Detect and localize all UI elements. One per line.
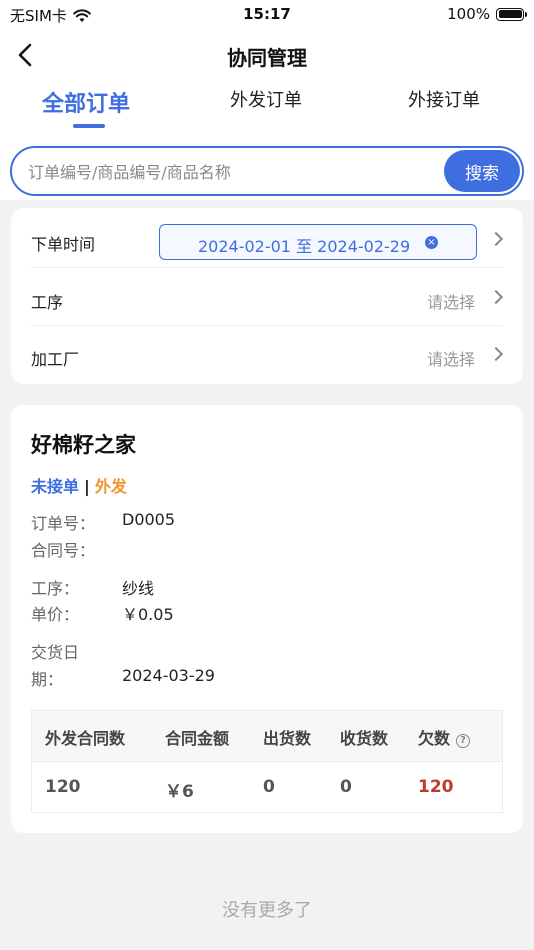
filter-card: 下单时间 2024-02-01 至 2024-02-29 × 工序 请选择 加工… xyxy=(11,208,523,384)
unit-price-label: 单价： xyxy=(31,605,80,624)
stats-value: 120 xyxy=(45,777,81,797)
filter-order-time-label: 下单时间 xyxy=(31,235,96,254)
date-range-picker[interactable]: 2024-02-01 至 2024-02-29 × xyxy=(159,224,477,260)
stats-value: 0 xyxy=(340,777,352,797)
filter-factory[interactable]: 加工厂 请选择 xyxy=(31,327,504,383)
stats-header: 外发合同数 xyxy=(45,729,126,748)
chevron-right-icon xyxy=(488,346,504,362)
active-tab-indicator xyxy=(73,124,105,128)
tab-outsourced-orders[interactable]: 外发订单 xyxy=(230,86,302,112)
date-range-text: 2024-02-01 至 2024-02-29 xyxy=(198,237,411,256)
search-button[interactable]: 搜索 xyxy=(444,150,520,192)
page-title: 协同管理 xyxy=(227,46,307,70)
chevron-right-icon xyxy=(488,289,504,305)
search-box: 搜索 xyxy=(10,146,524,196)
stats-header: 合同金额 xyxy=(165,729,230,748)
search-area: 搜索 xyxy=(0,138,534,200)
filter-factory-value: 请选择 xyxy=(426,350,475,369)
delivery-date-value: 2024-03-29 xyxy=(122,666,215,685)
no-more-text: 没有更多了 xyxy=(222,900,312,921)
order-no-value: D0005 xyxy=(122,510,176,529)
clear-icon[interactable]: × xyxy=(425,236,438,249)
order-stats-table: 外发合同数 合同金额 出货数 收货数 欠数? 120 ￥6 0 0 120 xyxy=(31,710,503,813)
battery-icon xyxy=(496,7,527,21)
tab-received-orders[interactable]: 外接订单 xyxy=(408,86,480,112)
chevron-right-icon xyxy=(488,231,504,247)
filter-order-time[interactable]: 下单时间 2024-02-01 至 2024-02-29 × xyxy=(31,212,504,268)
help-icon[interactable]: ? xyxy=(456,734,471,748)
filter-process[interactable]: 工序 请选择 xyxy=(31,270,504,326)
order-no-label: 订单号： xyxy=(31,514,96,533)
delivery-date-label-line1: 交货日 xyxy=(31,643,80,662)
tab-bar: 全部订单 外发订单 外接订单 xyxy=(0,82,534,138)
filter-process-value: 请选择 xyxy=(426,293,475,312)
stats-header-debt: 欠数? xyxy=(418,725,471,749)
stats-value: 0 xyxy=(263,777,275,797)
nav-bar: 协同管理 xyxy=(0,30,534,82)
search-input[interactable] xyxy=(28,159,428,185)
stats-header: 欠数 xyxy=(418,729,451,748)
stats-header: 出货数 xyxy=(263,729,312,748)
order-status: 未接单 xyxy=(31,477,80,496)
stats-value: ￥6 xyxy=(165,782,194,802)
order-card[interactable]: 好棉籽之家 未接单 | 外发 订单号： D0005 合同号： 工序： 纱线 单价： … xyxy=(11,405,523,833)
order-status-line: 未接单 | 外发 xyxy=(31,473,127,497)
battery-info: 100% xyxy=(447,5,527,23)
battery-percent: 100% xyxy=(447,5,490,23)
process-value: 纱线 xyxy=(122,579,155,598)
contract-no-label: 合同号： xyxy=(31,541,96,560)
stats-header-row: 外发合同数 合同金额 出货数 收货数 欠数? xyxy=(32,711,502,762)
order-type: 外发 xyxy=(94,477,127,496)
stats-header: 收货数 xyxy=(340,729,389,748)
delivery-date-label-line2: 期： xyxy=(31,670,64,689)
unit-price-value: ￥0.05 xyxy=(122,605,174,624)
company-name: 好棉籽之家 xyxy=(31,433,136,457)
stats-value-debt: 120 xyxy=(418,777,454,797)
status-separator: | xyxy=(84,477,90,496)
process-label: 工序： xyxy=(31,579,80,598)
tab-all-orders[interactable]: 全部订单 xyxy=(42,86,130,118)
status-bar: 无SIM卡 15:17 100% xyxy=(0,0,534,30)
filter-factory-label: 加工厂 xyxy=(31,350,80,369)
filter-process-label: 工序 xyxy=(31,293,64,312)
